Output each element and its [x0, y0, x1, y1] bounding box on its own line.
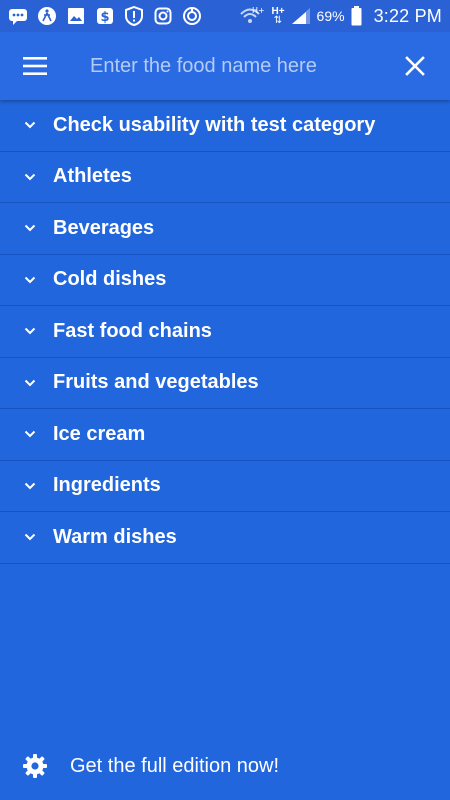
- shield-alert-icon: [124, 6, 144, 26]
- category-label: Ingredients: [53, 474, 161, 497]
- network-type-2: H+ ⇅: [271, 6, 285, 26]
- get-full-edition-button[interactable]: Get the full edition now!: [0, 742, 450, 790]
- full-edition-label: Get the full edition now!: [70, 754, 280, 777]
- category-item-warm-dishes[interactable]: Warm dishes: [0, 512, 450, 564]
- search-toolbar: [0, 32, 450, 100]
- svg-text:$: $: [100, 10, 109, 25]
- category-label: Athletes: [53, 165, 132, 188]
- dollar-app-icon: $: [95, 6, 115, 26]
- data-arrows-icon: ⇅: [273, 15, 283, 26]
- category-item-ice-cream[interactable]: Ice cream: [0, 409, 450, 461]
- wifi-icon: H+: [239, 5, 265, 27]
- chevron-down-icon: [0, 512, 53, 563]
- system-status: H+ H+ H+ ⇅ 69% 3:22 PM: [239, 5, 442, 27]
- messaging-icon: [8, 6, 28, 26]
- chevron-down-icon: [0, 100, 53, 151]
- clear-search-button[interactable]: [380, 32, 450, 100]
- status-bar: $ H+ H+ H+ ⇅ 69% 3:22 PM: [0, 0, 450, 32]
- chevron-down-icon: [0, 306, 53, 357]
- battery-icon: [351, 6, 362, 26]
- category-item-fast-food[interactable]: Fast food chains: [0, 306, 450, 358]
- chevron-down-icon: [0, 460, 53, 511]
- category-item-athletes[interactable]: Athletes: [0, 151, 450, 203]
- gear-icon: [0, 753, 70, 779]
- category-label: Fruits and vegetables: [53, 371, 259, 394]
- category-label: Fast food chains: [53, 319, 212, 342]
- notification-icons: $: [8, 6, 202, 26]
- food-search-input[interactable]: [70, 46, 380, 86]
- chevron-down-icon: [0, 151, 53, 202]
- chevron-down-icon: [0, 254, 53, 305]
- clock: 3:22 PM: [373, 5, 442, 26]
- category-list: Check usability with test category Athle…: [0, 100, 450, 564]
- category-label: Cold dishes: [53, 268, 167, 291]
- fitness-icon: [37, 6, 57, 26]
- category-label: Beverages: [53, 216, 155, 239]
- instagram-icon: [153, 6, 173, 26]
- category-item-cold-dishes[interactable]: Cold dishes: [0, 254, 450, 306]
- category-item-beverages[interactable]: Beverages: [0, 203, 450, 255]
- chevron-down-icon: [0, 409, 53, 460]
- signal-icon: [291, 7, 311, 25]
- svg-text:H+: H+: [252, 6, 265, 15]
- category-label: Warm dishes: [53, 525, 177, 548]
- category-label: Ice cream: [53, 422, 146, 445]
- menu-button[interactable]: [0, 32, 70, 100]
- category-item-test[interactable]: Check usability with test category: [0, 100, 450, 152]
- category-item-ingredients[interactable]: Ingredients: [0, 460, 450, 512]
- chevron-down-icon: [0, 203, 53, 254]
- category-label: Check usability with test category: [53, 113, 376, 136]
- chevron-down-icon: [0, 357, 53, 408]
- battery-percent: 69%: [316, 8, 345, 24]
- gallery-icon: [66, 6, 86, 26]
- hamburger-menu-icon: [23, 57, 47, 75]
- close-icon: [405, 56, 425, 76]
- sync-icon: [182, 6, 202, 26]
- category-item-fruits-vegetables[interactable]: Fruits and vegetables: [0, 357, 450, 409]
